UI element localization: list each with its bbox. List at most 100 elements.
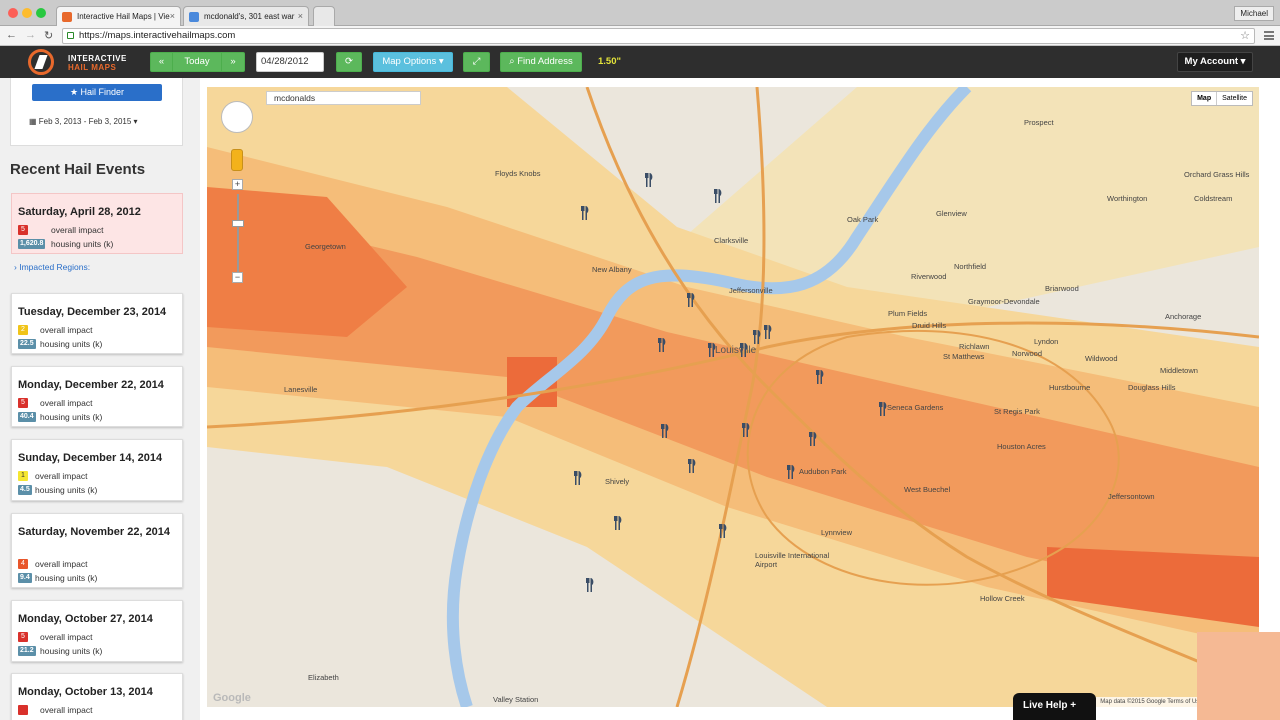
restaurant-marker-icon[interactable] (660, 424, 670, 438)
url-input[interactable]: https://maps.interactivehailmaps.com ☆ (62, 28, 1255, 44)
find-address-button[interactable]: ⌕ Find Address (500, 52, 582, 72)
map-search-input[interactable]: mcdonalds (266, 91, 421, 105)
restaurant-marker-icon[interactable] (815, 370, 825, 384)
restaurant-marker-icon[interactable] (573, 471, 583, 485)
browser-user-badge[interactable]: Michael (1234, 6, 1274, 21)
back-arrow-icon[interactable]: ← (6, 29, 17, 41)
minimize-window-icon[interactable] (22, 8, 32, 18)
hail-finder-card: ★ Hail Finder ▦ Feb 3, 2013 - Feb 3, 201… (10, 78, 183, 146)
zoom-slider-thumb[interactable] (232, 220, 244, 227)
map-place-label: Norwood (1012, 349, 1043, 358)
map-place-label: Seneca Gardens (887, 403, 944, 412)
map-place-label: Shively (605, 477, 630, 486)
restaurant-marker-icon[interactable] (580, 206, 590, 220)
restaurant-marker-icon[interactable] (739, 343, 749, 357)
housing-count-badge: 9.4 (18, 573, 32, 583)
event-card[interactable]: Monday, October 27, 2014 5 overall impac… (11, 600, 183, 662)
event-card[interactable]: Saturday, April 28, 2012 5 overall impac… (11, 193, 183, 254)
close-window-icon[interactable] (8, 8, 18, 18)
housing-label: housing units (k) (40, 412, 103, 422)
restaurant-marker-icon[interactable] (613, 516, 623, 530)
event-card[interactable]: Saturday, November 22, 2014 4 overall im… (11, 513, 183, 588)
calendar-icon: ▦ (29, 117, 39, 126)
google-watermark: Google (213, 692, 251, 704)
restaurant-marker-icon[interactable] (878, 402, 888, 416)
impacted-regions-toggle[interactable]: › Impacted Regions: (14, 262, 90, 272)
date-input[interactable]: 04/28/2012 (256, 52, 324, 72)
map-place-label: Lynnview (821, 528, 852, 537)
close-tab-icon[interactable]: × (298, 7, 303, 26)
map-place-label: Valley Station (493, 695, 539, 704)
severity-badge: 2 (18, 325, 28, 335)
previous-day-button[interactable]: « (150, 52, 173, 72)
map-place-label: Richlawn (959, 342, 990, 351)
severity-badge: 4 (18, 559, 28, 569)
hail-map[interactable]: mcdonalds + − Map Satellite Floyds Knobs … (207, 87, 1259, 707)
forward-arrow-icon[interactable]: → (25, 29, 36, 41)
restaurant-marker-icon[interactable] (657, 338, 667, 352)
maximize-window-icon[interactable] (36, 8, 46, 18)
restaurant-marker-icon[interactable] (585, 578, 595, 592)
logo-text-bottom: HAIL MAPS (68, 63, 117, 72)
event-card[interactable]: Monday, December 22, 2014 5 overall impa… (11, 366, 183, 427)
my-account-label: My Account ▾ (1184, 56, 1246, 67)
map-place-label: Audubon Park (799, 467, 847, 476)
double-left-icon: « (158, 56, 165, 67)
map-place-label: Lanesville (284, 385, 318, 394)
zoom-in-button[interactable]: + (232, 179, 243, 190)
map-place-label: Oak Park (847, 215, 879, 224)
map-place-label: New Albany (592, 265, 632, 274)
zoom-out-button[interactable]: − (232, 272, 243, 283)
refresh-button[interactable]: ⟳ (336, 52, 362, 72)
map-type-satellite-button[interactable]: Satellite (1216, 92, 1252, 105)
map-type-map-button[interactable]: Map (1192, 92, 1216, 105)
map-place-label: Hollow Creek (980, 594, 1025, 603)
zoom-slider-track[interactable] (237, 194, 239, 278)
close-tab-icon[interactable]: × (170, 7, 175, 26)
app-toolbar: INTERACTIVE HAIL MAPS « Today » 04/28/20… (0, 46, 1280, 78)
next-day-button[interactable]: » (221, 52, 245, 72)
restaurant-marker-icon[interactable] (644, 173, 654, 187)
restaurant-marker-icon[interactable] (808, 432, 818, 446)
tab-hail-maps[interactable]: Interactive Hail Maps | Vie × (56, 6, 181, 26)
pan-control[interactable] (221, 101, 253, 133)
restaurant-marker-icon[interactable] (786, 465, 796, 479)
restaurant-marker-icon[interactable] (763, 325, 773, 339)
event-date: Monday, December 22, 2014 (18, 379, 164, 391)
event-card[interactable]: Sunday, December 14, 2014 1 overall impa… (11, 439, 183, 501)
map-place-label: Hurstbourne (1049, 383, 1091, 392)
sidebar: ★ Hail Finder ▦ Feb 3, 2013 - Feb 3, 201… (0, 78, 200, 720)
reload-icon[interactable]: ↻ (44, 29, 53, 42)
bookmark-star-icon[interactable]: ☆ (1240, 29, 1250, 43)
restaurant-marker-icon[interactable] (752, 330, 762, 344)
event-date: Tuesday, December 23, 2014 (18, 306, 167, 318)
map-place-label: Louisville (715, 345, 757, 356)
map-place-label: Wildwood (1085, 354, 1118, 363)
restaurant-marker-icon[interactable] (713, 189, 723, 203)
tab-google-maps[interactable]: mcdonald's, 301 east war × (183, 6, 309, 26)
restaurant-marker-icon[interactable] (741, 423, 751, 437)
impact-label: overall impact (40, 705, 93, 715)
map-place-label: Glenview (936, 209, 967, 218)
hail-finder-button[interactable]: ★ Hail Finder (32, 84, 162, 101)
restaurant-marker-icon[interactable] (718, 524, 728, 538)
housing-label: housing units (k) (51, 239, 114, 249)
restaurant-marker-icon[interactable] (686, 293, 696, 307)
event-card[interactable]: Tuesday, December 23, 2014 2 overall imp… (11, 293, 183, 354)
map-place-label: Druid Hills (912, 321, 947, 330)
street-view-pegman-icon[interactable] (231, 149, 243, 171)
date-range-dropdown[interactable]: ▦ Feb 3, 2013 - Feb 3, 2015 ▾ (29, 117, 138, 126)
browser-menu-icon[interactable] (1264, 31, 1274, 40)
event-card[interactable]: Monday, October 13, 2014 overall impact (11, 673, 183, 720)
restaurant-marker-icon[interactable] (687, 459, 697, 473)
map-options-dropdown[interactable]: Map Options ▾ (373, 52, 453, 72)
new-tab-button[interactable] (313, 6, 335, 26)
my-account-dropdown[interactable]: My Account ▾ (1177, 52, 1253, 72)
interactive-hail-maps-logo[interactable]: INTERACTIVE HAIL MAPS (28, 49, 138, 75)
url-text: https://maps.interactivehailmaps.com (79, 30, 236, 41)
live-help-button[interactable]: Live Help + (1013, 693, 1096, 720)
today-button[interactable]: Today (172, 52, 222, 72)
restaurant-marker-icon[interactable] (707, 343, 717, 357)
expand-map-button[interactable]: ⤢ (463, 52, 490, 72)
map-place-label: Floyds Knobs (495, 169, 541, 178)
